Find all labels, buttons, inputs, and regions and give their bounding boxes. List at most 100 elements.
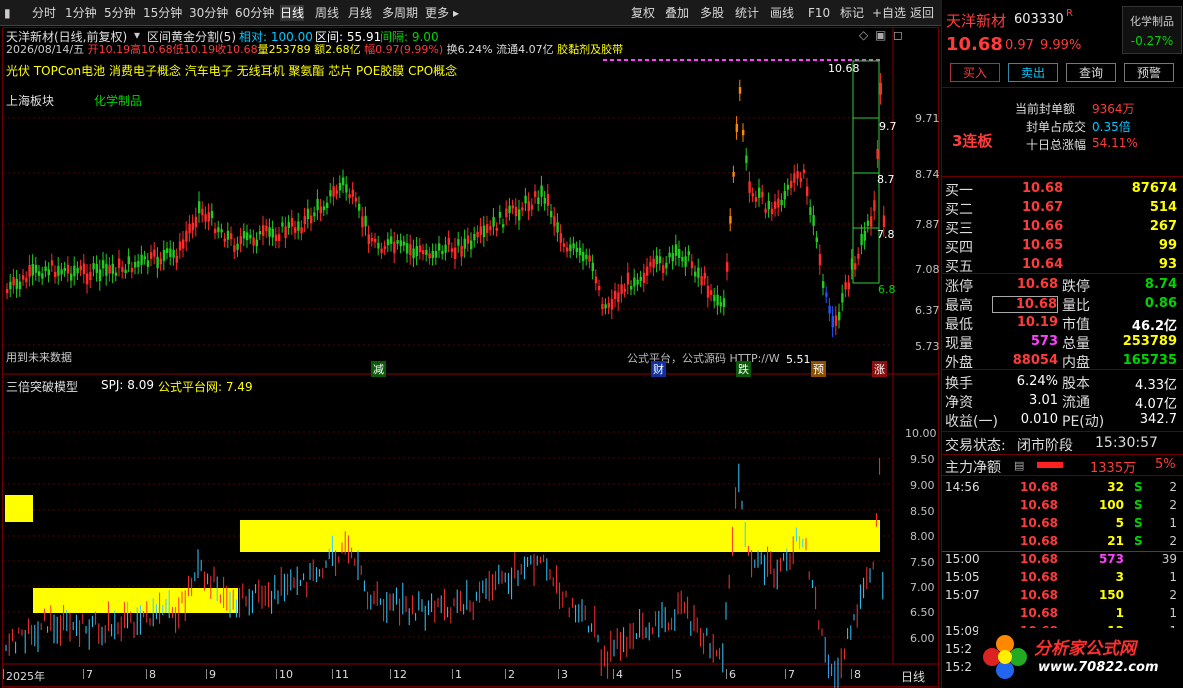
- more-dropdown-icon[interactable]: ▸: [453, 5, 459, 21]
- bid-price[interactable]: 10.65: [1022, 238, 1063, 253]
- tick-count: 2: [1169, 480, 1177, 494]
- stat-value: 46.2亿: [1131, 319, 1177, 334]
- tab-5min[interactable]: 5分钟: [104, 5, 136, 21]
- stock-code: 603330: [1014, 12, 1064, 27]
- candle-body: [345, 184, 348, 193]
- buy-button[interactable]: 买入: [950, 63, 1000, 82]
- candle-body: [620, 284, 623, 294]
- event-finance[interactable]: 财: [651, 361, 666, 377]
- candle-body: [774, 201, 777, 209]
- tab-more[interactable]: 更多: [425, 5, 449, 21]
- month-tick: [146, 669, 147, 679]
- tab-1min[interactable]: 1分钟: [65, 5, 97, 21]
- candle-body: [569, 244, 572, 251]
- candle-body: [386, 239, 390, 246]
- alert-button[interactable]: 预警: [1124, 63, 1174, 82]
- candle-body: [543, 197, 546, 204]
- camera-icon[interactable]: ▣: [875, 28, 886, 42]
- candle-body: [226, 230, 230, 240]
- tab-weekly[interactable]: 周线: [315, 5, 339, 21]
- bid-price[interactable]: 10.66: [1022, 219, 1063, 234]
- candle-body: [354, 197, 358, 202]
- candle-body: [303, 216, 306, 225]
- ten-day-value: 54.11%: [1092, 136, 1138, 150]
- logo-name: 分析家公式网: [1034, 639, 1136, 659]
- candle-body: [38, 271, 41, 276]
- tab-15min[interactable]: 15分钟: [143, 5, 182, 21]
- flower-icon: [983, 635, 1027, 679]
- candle-body: [223, 238, 226, 242]
- draw-button[interactable]: 画线: [770, 5, 794, 21]
- candle-body: [777, 198, 780, 208]
- candle-body: [735, 124, 738, 132]
- overlay-button[interactable]: 叠加: [665, 5, 689, 21]
- toolbar-menu-icon[interactable]: ▮: [4, 5, 11, 21]
- event-reduce[interactable]: 减: [371, 361, 386, 377]
- limit-marker: [834, 59, 838, 61]
- stat-value: 0.010: [1020, 412, 1058, 427]
- mark-button[interactable]: 标记: [840, 5, 864, 21]
- diamond-icon[interactable]: ◇: [859, 28, 868, 42]
- tab-30min[interactable]: 30分钟: [189, 5, 228, 21]
- candle-body: [492, 216, 495, 227]
- candle-body: [178, 241, 182, 251]
- stat-value: 3.01: [1029, 393, 1058, 408]
- stat-label: 最低: [945, 317, 973, 333]
- chart-grid: [3, 28, 940, 665]
- candle-body: [82, 263, 86, 275]
- sell-button[interactable]: 卖出: [1008, 63, 1058, 82]
- candle-body: [60, 269, 63, 275]
- candle-body: [732, 171, 735, 177]
- limit-marker: [785, 59, 789, 61]
- candle-body: [31, 264, 34, 276]
- tab-minute[interactable]: 分时: [32, 5, 56, 21]
- candle-body: [812, 215, 815, 226]
- candle-body: [25, 277, 28, 283]
- stat-value: 10.68: [1016, 277, 1058, 292]
- sub-indicator-name[interactable]: 三倍突破模型: [6, 378, 78, 395]
- flow-detail-icon[interactable]: ▤: [1014, 459, 1024, 472]
- event-rise[interactable]: 涨: [872, 361, 887, 377]
- bid-price[interactable]: 10.67: [1022, 200, 1063, 215]
- candle-body: [521, 207, 524, 211]
- candle-body: [796, 171, 799, 179]
- multi-stock-button[interactable]: 多股: [700, 5, 724, 21]
- candle-body: [630, 286, 633, 290]
- candle-body: [665, 262, 668, 269]
- candle-body: [585, 254, 588, 260]
- tab-multi-period[interactable]: 多周期: [382, 5, 418, 21]
- month-tick: [206, 669, 207, 679]
- limit-marker: [764, 59, 768, 61]
- event-forecast[interactable]: 预: [811, 361, 826, 377]
- period-label[interactable]: 日线: [901, 668, 925, 685]
- back-button[interactable]: 返回: [910, 5, 934, 21]
- candle-body: [831, 315, 834, 328]
- stat-value: 6.24%: [1016, 374, 1058, 389]
- query-button[interactable]: 查询: [1066, 63, 1116, 82]
- bid-price[interactable]: 10.64: [1022, 257, 1063, 272]
- candle-body: [598, 285, 601, 291]
- stats-button[interactable]: 统计: [735, 5, 759, 21]
- month-tick: [613, 669, 614, 679]
- f10-button[interactable]: F10: [808, 5, 830, 21]
- month-tick: [726, 669, 727, 679]
- bid-level-label: 买四: [945, 240, 973, 256]
- event-drop[interactable]: 跌: [736, 361, 751, 377]
- dropdown-icon[interactable]: ▾: [134, 28, 140, 42]
- industry-label: 化学制品: [94, 94, 143, 108]
- restore-button[interactable]: 复权: [631, 5, 655, 21]
- add-favorite-button[interactable]: +自选: [872, 5, 906, 21]
- tab-daily[interactable]: 日线: [280, 5, 305, 21]
- tab-monthly[interactable]: 月线: [348, 5, 372, 21]
- industry-box[interactable]: 化学制品 -0.27%: [1122, 6, 1182, 54]
- tick-volume: 21: [1107, 534, 1124, 548]
- fib-label-4: 6.8: [878, 283, 896, 296]
- month-label: 3: [561, 668, 568, 681]
- tab-60min[interactable]: 60分钟: [235, 5, 274, 21]
- month-tick: [332, 669, 333, 679]
- bid-price[interactable]: 10.68: [1022, 181, 1063, 196]
- stat-value: 165735: [1122, 353, 1177, 368]
- candle-body: [486, 224, 489, 233]
- candle-body: [655, 255, 658, 265]
- expand-icon[interactable]: ◻: [893, 28, 903, 42]
